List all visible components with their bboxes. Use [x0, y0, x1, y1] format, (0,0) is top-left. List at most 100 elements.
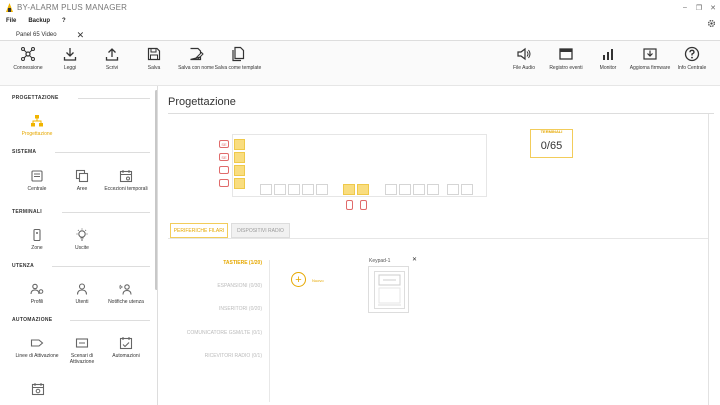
firmware-icon: [643, 48, 657, 60]
connessione-button[interactable]: Connessione: [4, 46, 52, 71]
device-card-keypad[interactable]: [368, 266, 409, 313]
board-slot[interactable]: [413, 184, 425, 195]
sidebar-item-label: Centrale: [27, 186, 47, 192]
board-port[interactable]: [219, 166, 229, 174]
board-slot[interactable]: [234, 152, 245, 163]
sidebar-item-eccezioni-temporali[interactable]: Eccezioni temporali: [104, 169, 148, 192]
board-slot[interactable]: [461, 184, 473, 195]
sidebar-item-label: Eccezioni temporali: [104, 186, 148, 192]
window-controls: – ❐ ✕: [678, 0, 720, 15]
keypad-icon: [374, 271, 405, 309]
category-comunicatore[interactable]: COMUNICATORE GSM/LTE (0/1): [160, 330, 262, 336]
leggi-button[interactable]: Leggi: [46, 46, 94, 71]
counter-value: 0/65: [540, 140, 563, 152]
info-centrale-button[interactable]: Info Centrale: [668, 46, 716, 71]
board-slot[interactable]: [288, 184, 300, 195]
sidebar-item-utenti[interactable]: Utenti: [60, 282, 104, 305]
salva-con-nome-button[interactable]: Salva con nome: [172, 46, 220, 71]
document-tab-bar: Panel 65 Video ✕: [0, 27, 720, 41]
add-device-button[interactable]: +: [291, 272, 306, 287]
board-slot[interactable]: [234, 139, 245, 150]
sidebar-item-progettazione[interactable]: Progettazione: [15, 114, 59, 137]
remove-device-icon[interactable]: ✕: [412, 256, 417, 263]
tag-icon: [30, 339, 44, 347]
board-slot[interactable]: [427, 184, 439, 195]
scrivi-button[interactable]: Scrivi: [88, 46, 136, 71]
board-slot[interactable]: [343, 184, 355, 195]
sidebar-item-scenari-di-attivazione[interactable]: Scenari di Attivazione: [60, 336, 104, 365]
board-slot[interactable]: [274, 184, 286, 195]
board-slot[interactable]: [447, 184, 459, 195]
category-espansioni[interactable]: ESPANSIONI (0/30): [160, 283, 262, 289]
board-slot[interactable]: [234, 165, 245, 176]
app-title: BY-ALARM PLUS MANAGER: [17, 3, 128, 12]
automation-icon: [119, 337, 133, 350]
menu-help[interactable]: ?: [62, 18, 66, 24]
sidebar-item-notifiche-utenza[interactable]: Notifiche utenza: [104, 282, 148, 305]
board-slot[interactable]: [399, 184, 411, 195]
board-port-se[interactable]: SE: [219, 140, 229, 148]
board-slot[interactable]: [260, 184, 272, 195]
add-device-label: Nuovo: [312, 278, 324, 283]
aggiorna-firmware-button[interactable]: Aggiorna firmware: [626, 46, 674, 71]
calendar-icon[interactable]: [31, 382, 45, 396]
save-as-icon: [190, 47, 204, 61]
section-terminali: TERMINALI: [12, 209, 42, 215]
sidebar-item-automazioni[interactable]: Automazioni: [104, 336, 148, 359]
upload-icon: [105, 48, 119, 61]
scrivi-label: Scrivi: [105, 65, 119, 71]
sidebar-scrollbar[interactable]: [155, 90, 157, 290]
divider: [78, 98, 150, 99]
sidebar: PROGETTAZIONE Progettazione SISTEMA Cent…: [0, 86, 158, 405]
file-audio-button[interactable]: File Audio: [500, 46, 548, 71]
monitor-label: Monitor: [599, 65, 617, 71]
board-port-se[interactable]: SE: [219, 153, 229, 161]
sidebar-item-zone[interactable]: Zone: [15, 228, 59, 251]
sidebar-item-uscite[interactable]: Uscite: [60, 228, 104, 251]
menu-file[interactable]: File: [6, 18, 16, 24]
salva-label: Salva: [147, 65, 161, 71]
maximize-button[interactable]: ❐: [692, 0, 706, 15]
calendar-icon: [119, 170, 133, 183]
template-icon: [232, 46, 245, 62]
divider: [168, 113, 714, 114]
tab-panel-65-video[interactable]: Panel 65 Video ✕: [11, 29, 84, 41]
sidebar-item-label: Automazioni: [112, 353, 140, 359]
panel-icon: [31, 170, 43, 182]
title-bar: BY-ALARM PLUS MANAGER – ❐ ✕: [0, 0, 720, 15]
salva-button[interactable]: Salva: [130, 46, 178, 71]
close-tab-icon[interactable]: ✕: [77, 30, 85, 41]
board-slot[interactable]: [316, 184, 328, 195]
section-automazione: AUTOMAZIONE: [12, 317, 53, 323]
network-icon: [21, 47, 35, 61]
board-slot[interactable]: [302, 184, 314, 195]
profiles-icon: [30, 283, 44, 295]
registro-eventi-button[interactable]: Registro eventi: [542, 46, 590, 71]
board-slot[interactable]: [357, 184, 369, 195]
category-tastiere[interactable]: TASTIERE (1/20): [160, 260, 262, 266]
panel-board: SE SE: [219, 134, 487, 197]
minimize-button[interactable]: –: [678, 0, 692, 15]
menu-backup[interactable]: Backup: [28, 18, 50, 24]
sidebar-item-profili[interactable]: Profili: [15, 282, 59, 305]
tab-dispositivi-radio[interactable]: DISPOSITIVI RADIO: [231, 223, 290, 238]
category-inseritori[interactable]: INSERITORI (0/20): [160, 306, 262, 312]
sidebar-item-centrale[interactable]: Centrale: [15, 169, 59, 192]
board-slot[interactable]: [234, 178, 245, 189]
sitemap-icon: [31, 115, 43, 127]
board-port[interactable]: [346, 200, 353, 210]
board-slot[interactable]: [385, 184, 397, 195]
sidebar-item-aree[interactable]: Aree: [60, 169, 104, 192]
main-content: Progettazione SE SE TERMINALI 0/65 PERIF…: [160, 86, 720, 405]
salva-come-template-button[interactable]: Salva come template: [214, 46, 262, 71]
sidebar-item-linee-di-attivazione[interactable]: Linee di Attivazione: [15, 336, 59, 359]
tab-periferiche-filari[interactable]: PERIFERICHE FILARI: [170, 223, 228, 238]
sidebar-item-label: Aree: [76, 186, 88, 192]
board-port[interactable]: [360, 200, 367, 210]
speaker-icon: [517, 47, 531, 61]
sidebar-item-label: Profili: [30, 299, 44, 305]
monitor-button[interactable]: Monitor: [584, 46, 632, 71]
category-ricevitori-radio[interactable]: RICEVITORI RADIO (0/1): [160, 353, 262, 359]
close-window-button[interactable]: ✕: [706, 0, 720, 15]
board-port[interactable]: [219, 179, 229, 187]
